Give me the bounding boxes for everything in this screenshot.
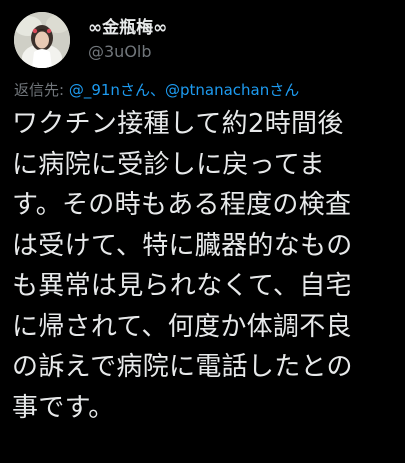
tweet-text: ワクチン接種して約2時間後 に病院に受診しに戻ってま す。その時もある程度の検査… <box>12 104 397 428</box>
avatar-image-icon <box>14 12 70 68</box>
tweet-text-line: の訴えで病院に電話したとの <box>12 352 353 382</box>
mention-link[interactable]: @ptnanachanさん <box>165 81 299 99</box>
reply-prefix: 返信先: <box>14 81 65 99</box>
tweet-header: ∞金瓶梅∞ @3uOlb <box>14 10 167 70</box>
author-names: ∞金瓶梅∞ @3uOlb <box>88 17 167 63</box>
tweet-text-line: 事です。 <box>12 392 115 423</box>
avatar[interactable] <box>14 12 70 68</box>
tweet-text-line: ワクチン接種して約2時間後 <box>12 109 344 139</box>
display-name[interactable]: ∞金瓶梅∞ <box>88 17 167 39</box>
tweet-text-line: に帰されて、何度か体調不良 <box>12 311 352 342</box>
tweet-text-line: す。その時もある程度の検査 <box>12 190 352 220</box>
reply-to-line: 返信先: @_91nさん、@ptnanachanさん <box>14 80 299 100</box>
mention-separator: 、 <box>149 81 165 99</box>
tweet-text-line: に病院に受診しに戻ってま <box>12 149 326 180</box>
mention-link[interactable]: @_91nさん <box>69 81 150 99</box>
user-handle[interactable]: @3uOlb <box>88 41 167 63</box>
tweet-text-line: は受けて、特に臓器的なもの <box>12 230 353 261</box>
tweet: ∞金瓶梅∞ @3uOlb 返信先: @_91nさん、@ptnanachanさん … <box>0 0 405 463</box>
tweet-text-line: も異常は見られなくて、自宅 <box>12 271 352 301</box>
